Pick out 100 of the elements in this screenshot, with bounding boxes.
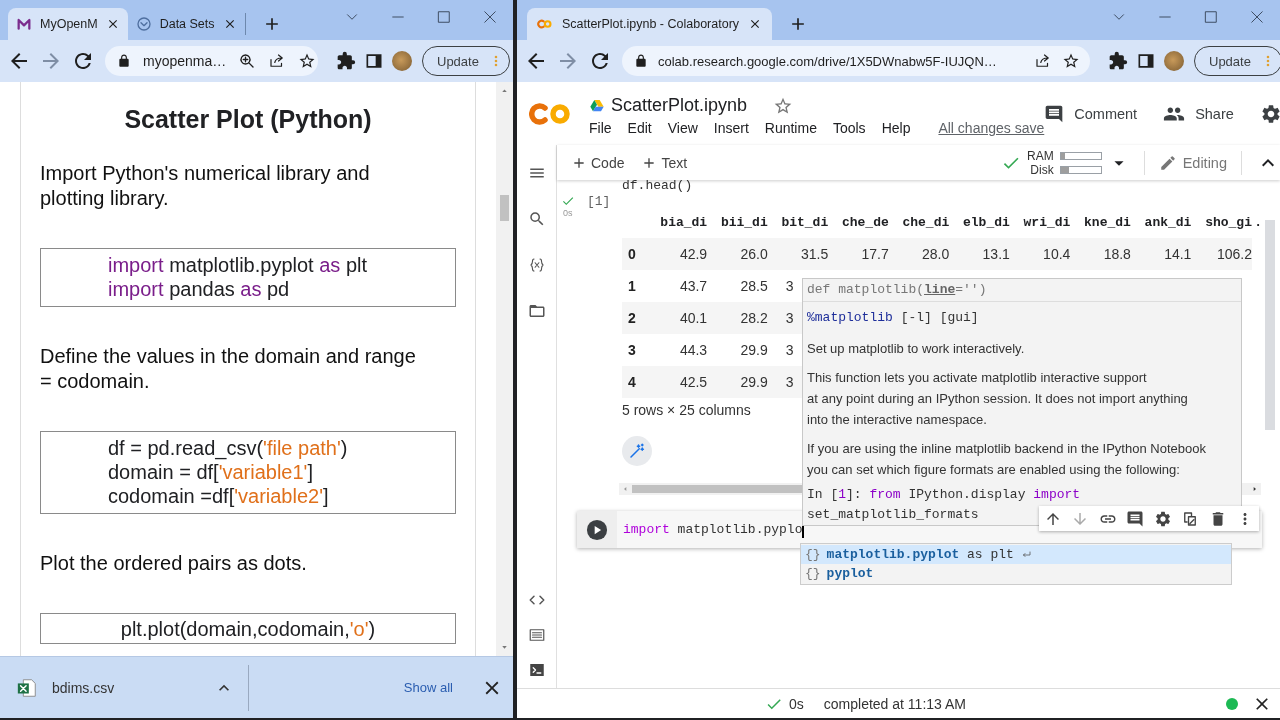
drive-icon xyxy=(589,97,605,114)
table-cell: 42.5 xyxy=(646,366,708,398)
download-item[interactable]: bdims.csv xyxy=(16,676,234,699)
menu-item[interactable]: File xyxy=(589,120,612,136)
menu-item[interactable]: Help xyxy=(881,120,911,136)
code-line: import matplotlib.pyplot as plt xyxy=(108,253,369,277)
magic-wand-icon xyxy=(628,442,646,460)
code-line: df.head() xyxy=(621,180,694,190)
address-bar[interactable]: myopenma… xyxy=(105,46,318,76)
row-index: 3 xyxy=(622,334,647,366)
maximize-icon[interactable] xyxy=(1202,8,1220,26)
editing-button[interactable]: Editing xyxy=(1158,153,1227,172)
suggestion[interactable]: {} pyplot xyxy=(801,564,1231,583)
table-cell: 26.0 xyxy=(707,238,768,270)
browser-tab[interactable]: Data Sets xyxy=(127,13,246,35)
status-message: completed at 11:13 AM xyxy=(823,695,966,712)
side-panel-icon[interactable] xyxy=(364,51,384,71)
avatar[interactable] xyxy=(1164,51,1184,71)
settings-icon[interactable] xyxy=(1153,509,1172,528)
share-button[interactable]: Share xyxy=(1163,102,1234,125)
add-text-button[interactable]: Text xyxy=(641,154,688,171)
badge-icon xyxy=(135,16,152,32)
address-bar[interactable]: colab.research.google.com/drive/1X5DWnabw5F-IUJQN… xyxy=(622,46,1090,76)
code-line: plt.plot(domain,codomain,'o') xyxy=(119,617,377,641)
page-title: Scatter Plot (Python) xyxy=(123,104,373,134)
extensions-icon[interactable] xyxy=(1108,51,1128,71)
table-cell: 3 xyxy=(785,310,794,326)
variables-icon[interactable] xyxy=(528,256,546,274)
comment-icon xyxy=(1044,103,1065,124)
comment-button[interactable]: Comment xyxy=(1044,103,1138,124)
menu-item[interactable]: Insert xyxy=(713,120,749,136)
table-cell: 10.4 xyxy=(1009,238,1071,270)
folder-icon[interactable] xyxy=(528,302,546,320)
browser-tab[interactable]: ScatterPlot.ipynb - Colaboratory xyxy=(527,8,772,40)
table-cell: 13.1 xyxy=(949,238,1010,270)
code-line: import pandas as pd xyxy=(108,277,291,301)
search-icon[interactable] xyxy=(528,210,546,228)
terminal-icon[interactable] xyxy=(528,661,546,679)
settings-icon[interactable] xyxy=(1259,102,1280,125)
code-line: In [1]: from IPython.display import xyxy=(807,486,1081,504)
browser-tab[interactable]: MyOpenM xyxy=(8,8,128,40)
table-cell: 28.2 xyxy=(707,302,768,334)
column-header: bit_di xyxy=(767,206,829,238)
column-header: bii_di xyxy=(707,206,768,238)
table-cell: 29.9 xyxy=(707,334,768,366)
paragraph: If you are using the inline matplotlib backend in the IPython Notebook you can set which figure formats are enabled using the following: xyxy=(806,440,1207,479)
scroll-down-icon[interactable] xyxy=(500,643,509,652)
notebook-title[interactable]: ScatterPlot.ipynb xyxy=(611,95,748,116)
paragraph: Import Python's numerical library and plotting library. xyxy=(40,161,371,211)
scrollbar[interactable] xyxy=(496,82,513,656)
column-header: che_de xyxy=(828,206,889,238)
run-button[interactable] xyxy=(586,518,608,541)
usage-line: %matplotlib [-l] [gui] xyxy=(806,309,980,327)
comment-icon[interactable] xyxy=(1126,509,1145,528)
paragraph: Plot the ordered pairs as dots. xyxy=(40,551,308,576)
side-panel-icon[interactable] xyxy=(1136,51,1156,71)
show-all-link[interactable]: Show all xyxy=(403,680,453,695)
table-cell: 3 xyxy=(785,278,794,294)
row-index: 1 xyxy=(622,270,647,302)
menu-item[interactable]: View xyxy=(667,120,698,136)
avatar[interactable] xyxy=(392,51,412,71)
function-signature: def matplotlib(line='') xyxy=(803,279,1241,302)
table-cell: 3 xyxy=(785,374,794,390)
elapsed-time: 0s xyxy=(789,695,804,712)
table-cell: 31.5 xyxy=(767,238,829,270)
maximize-icon[interactable] xyxy=(435,8,453,26)
row-index: 4 xyxy=(622,366,647,398)
star-icon[interactable] xyxy=(298,52,317,70)
scroll-thumb[interactable] xyxy=(500,195,509,221)
table-cell: 106.2 xyxy=(1191,238,1252,270)
share-icon[interactable] xyxy=(1034,52,1052,70)
add-code-button[interactable]: Code xyxy=(571,154,625,171)
connection-dot xyxy=(1226,697,1238,710)
magic-wand-button[interactable] xyxy=(622,436,652,466)
menu-item[interactable]: Edit xyxy=(627,120,652,136)
form-icon[interactable] xyxy=(528,626,546,644)
column-header: elb_di xyxy=(949,206,1010,238)
column-header: wri_di xyxy=(1009,206,1071,238)
table-cell: 14.1 xyxy=(1130,238,1192,270)
pencil-icon xyxy=(1158,153,1177,172)
scroll-up-icon[interactable] xyxy=(500,86,509,95)
save-status-link[interactable]: All changes save xyxy=(938,120,1045,136)
table-cell: 28.0 xyxy=(888,238,950,270)
extensions-icon[interactable] xyxy=(336,51,356,71)
star-icon[interactable] xyxy=(1062,52,1080,70)
column-header: . xyxy=(1251,206,1262,238)
scrollbar[interactable] xyxy=(1265,220,1275,430)
table-cell: 44.3 xyxy=(646,334,708,366)
paragraph: Define the values in the domain and range = codomain. xyxy=(40,344,417,394)
close-icon[interactable] xyxy=(748,17,762,31)
m-logo-icon xyxy=(16,16,32,32)
code-line: codomain =df['variable2'] xyxy=(108,484,330,508)
colab-logo xyxy=(529,100,571,127)
menu-item[interactable]: Tools xyxy=(832,120,866,136)
table-cell: 28.5 xyxy=(707,270,768,302)
column-header: ank_di xyxy=(1130,206,1192,238)
ram-label: RAM xyxy=(1027,148,1054,163)
menu-item[interactable]: Runtime xyxy=(764,120,817,136)
suggestion[interactable]: {} matplotlib.pyplot as plt xyxy=(801,545,1231,564)
execution-count: [1] xyxy=(587,194,611,209)
